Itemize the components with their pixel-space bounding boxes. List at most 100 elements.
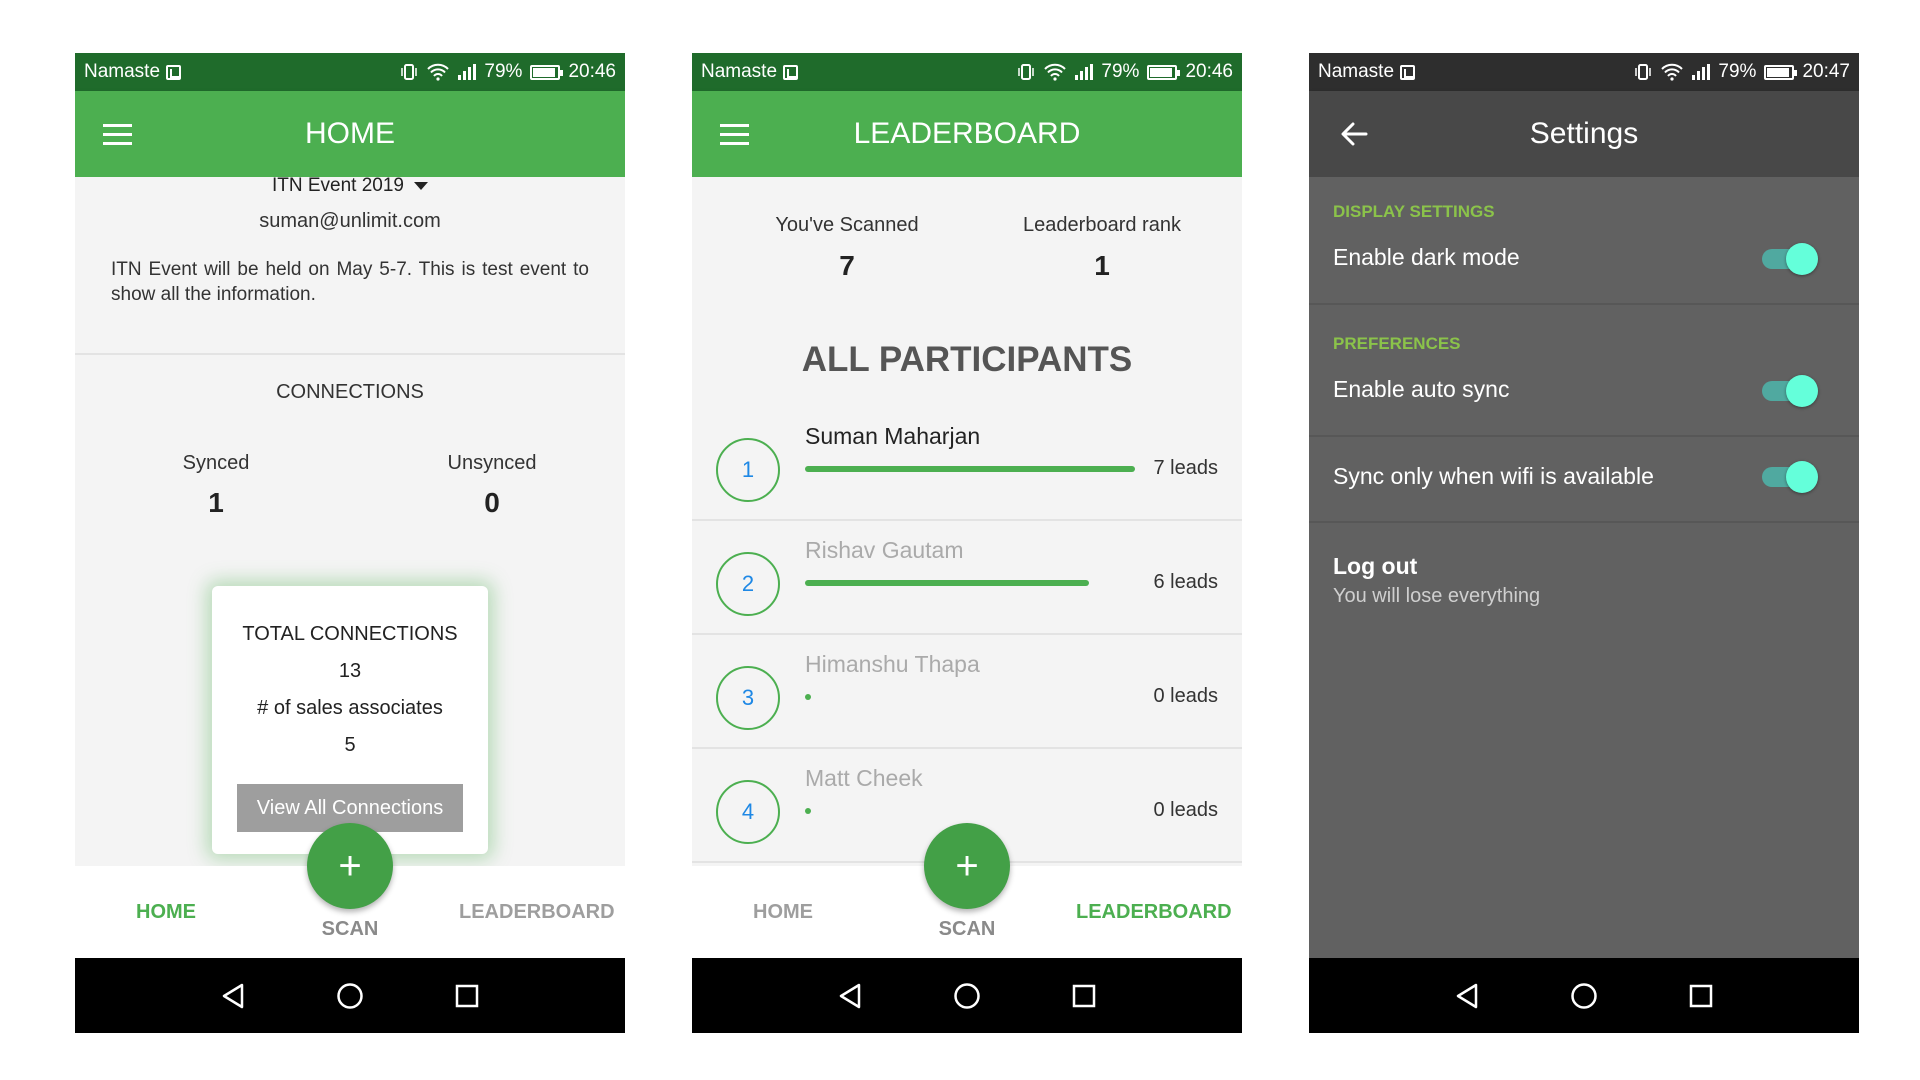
- status-bar: Namaste 79% 20:47: [1309, 53, 1859, 91]
- settings-bottom-fill: [1309, 918, 1859, 958]
- scan-fab[interactable]: +: [307, 823, 393, 909]
- wifi-icon: [427, 63, 450, 81]
- synced-label: Synced: [182, 452, 250, 474]
- leaderboard-screen: Namaste 79% 20:46 LEADERBOARD You've Sca…: [692, 53, 1242, 1033]
- screenshot-icon: [166, 64, 182, 80]
- system-nav-bar: [75, 958, 625, 1033]
- sales-associates-value: 5: [344, 734, 356, 756]
- scan-fab[interactable]: +: [924, 823, 1010, 909]
- dark-mode-row[interactable]: Enable dark mode: [1309, 227, 1859, 305]
- logout-button[interactable]: Log out: [1333, 553, 1417, 580]
- auto-sync-label: Enable auto sync: [1333, 376, 1510, 402]
- list-item[interactable]: 1 Suman Maharjan 7 leads: [692, 407, 1242, 521]
- leads-count: 6 leads: [1153, 571, 1219, 593]
- event-name: ITN Event 2019: [271, 177, 405, 196]
- divider: [75, 353, 625, 355]
- vibrate-icon: [1018, 64, 1035, 80]
- nav-leaderboard[interactable]: LEADERBOARD: [1076, 901, 1232, 924]
- app-bar: Settings: [1309, 91, 1859, 177]
- back-triangle-icon[interactable]: [837, 982, 863, 1010]
- rank-badge: 4: [716, 780, 780, 844]
- recents-square-icon[interactable]: [454, 983, 480, 1009]
- battery-percent: 79%: [1101, 61, 1140, 82]
- synced-value: 1: [208, 487, 224, 518]
- sales-associates-label: # of sales associates: [257, 697, 443, 719]
- list-item[interactable]: 3 Himanshu Thapa 0 leads: [692, 635, 1242, 749]
- battery-icon: [1764, 64, 1798, 80]
- total-connections-label: TOTAL CONNECTIONS: [242, 623, 458, 645]
- battery-icon: [530, 64, 564, 80]
- participant-name: Matt Cheek: [805, 765, 923, 791]
- carrier-name: Namaste: [1318, 61, 1395, 82]
- rank-badge: 1: [716, 438, 780, 502]
- home-screen: Namaste 79% 20:46 HOME ITN Event 2019 su…: [75, 53, 625, 1033]
- event-description: ITN Event will be held on May 5-7. This …: [111, 259, 589, 305]
- rank-value: 1: [1094, 250, 1110, 281]
- wifi-sync-label: Sync only when wifi is available: [1333, 463, 1654, 489]
- vibrate-icon: [1635, 64, 1652, 80]
- logout-subtitle: You will lose everything: [1333, 585, 1541, 607]
- leads-count: 0 leads: [1153, 685, 1219, 707]
- unsynced-label: Unsynced: [447, 452, 537, 474]
- app-bar: HOME: [75, 91, 625, 177]
- screenshot-icon: [783, 64, 799, 80]
- recents-square-icon[interactable]: [1071, 983, 1097, 1009]
- menu-icon[interactable]: [720, 124, 749, 145]
- nav-scan[interactable]: SCAN: [307, 918, 393, 941]
- battery-icon: [1147, 64, 1181, 80]
- nav-home[interactable]: HOME: [136, 901, 196, 924]
- wifi-sync-row[interactable]: Sync only when wifi is available: [1309, 437, 1859, 523]
- system-nav-bar: [692, 958, 1242, 1033]
- participant-name: Himanshu Thapa: [805, 651, 980, 677]
- status-bar: Namaste 79% 20:46: [692, 53, 1242, 91]
- leads-count: 0 leads: [1153, 799, 1219, 821]
- home-circle-icon[interactable]: [336, 982, 364, 1010]
- signal-icon: [1075, 64, 1094, 80]
- progress-bar: [805, 808, 811, 814]
- participant-name: Rishav Gautam: [805, 537, 964, 563]
- signal-icon: [1692, 64, 1711, 80]
- home-circle-icon[interactable]: [953, 982, 981, 1010]
- carrier-name: Namaste: [84, 61, 161, 82]
- list-item[interactable]: 2 Rishav Gautam 6 leads: [692, 521, 1242, 635]
- home-circle-icon[interactable]: [1570, 982, 1598, 1010]
- signal-icon: [458, 64, 477, 80]
- caret-down-icon: [414, 181, 429, 190]
- battery-percent: 79%: [484, 61, 523, 82]
- wifi-icon: [1661, 63, 1684, 81]
- preferences-header: PREFERENCES: [1333, 334, 1461, 353]
- back-arrow-icon[interactable]: [1339, 119, 1369, 149]
- page-title: LEADERBOARD: [853, 117, 1081, 150]
- rank-badge: 3: [716, 666, 780, 730]
- settings-content: DISPLAY SETTINGS Enable dark mode PREFER…: [1309, 177, 1859, 918]
- nav-leaderboard[interactable]: LEADERBOARD: [459, 901, 615, 924]
- recents-square-icon[interactable]: [1688, 983, 1714, 1009]
- scanned-value: 7: [839, 250, 855, 281]
- carrier-name: Namaste: [701, 61, 778, 82]
- unsynced-value: 0: [484, 487, 500, 518]
- back-triangle-icon[interactable]: [220, 982, 246, 1010]
- connections-title: CONNECTIONS: [276, 381, 424, 403]
- app-bar: LEADERBOARD: [692, 91, 1242, 177]
- page-title: Settings: [1529, 117, 1639, 150]
- nav-scan[interactable]: SCAN: [924, 918, 1010, 941]
- total-connections-card: TOTAL CONNECTIONS 13 # of sales associat…: [212, 586, 488, 854]
- clock: 20:47: [1802, 61, 1850, 82]
- clock: 20:46: [1185, 61, 1233, 82]
- back-triangle-icon[interactable]: [1454, 982, 1480, 1010]
- auto-sync-toggle[interactable]: [1762, 373, 1818, 407]
- display-settings-header: DISPLAY SETTINGS: [1333, 202, 1495, 221]
- menu-icon[interactable]: [103, 124, 132, 145]
- user-email: suman@unlimit.com: [259, 210, 441, 232]
- event-selector[interactable]: ITN Event 2019: [75, 177, 625, 197]
- nav-home[interactable]: HOME: [753, 901, 813, 924]
- home-content: ITN Event 2019 suman@unlimit.com ITN Eve…: [75, 177, 625, 918]
- page-title: HOME: [305, 117, 395, 150]
- all-participants-title: ALL PARTICIPANTS: [801, 340, 1133, 379]
- rank-label: Leaderboard rank: [1023, 214, 1181, 236]
- dark-mode-toggle[interactable]: [1762, 241, 1818, 275]
- status-bar: Namaste 79% 20:46: [75, 53, 625, 91]
- wifi-sync-toggle[interactable]: [1762, 459, 1818, 493]
- auto-sync-row[interactable]: Enable auto sync: [1309, 359, 1859, 437]
- system-nav-bar: [1309, 958, 1859, 1033]
